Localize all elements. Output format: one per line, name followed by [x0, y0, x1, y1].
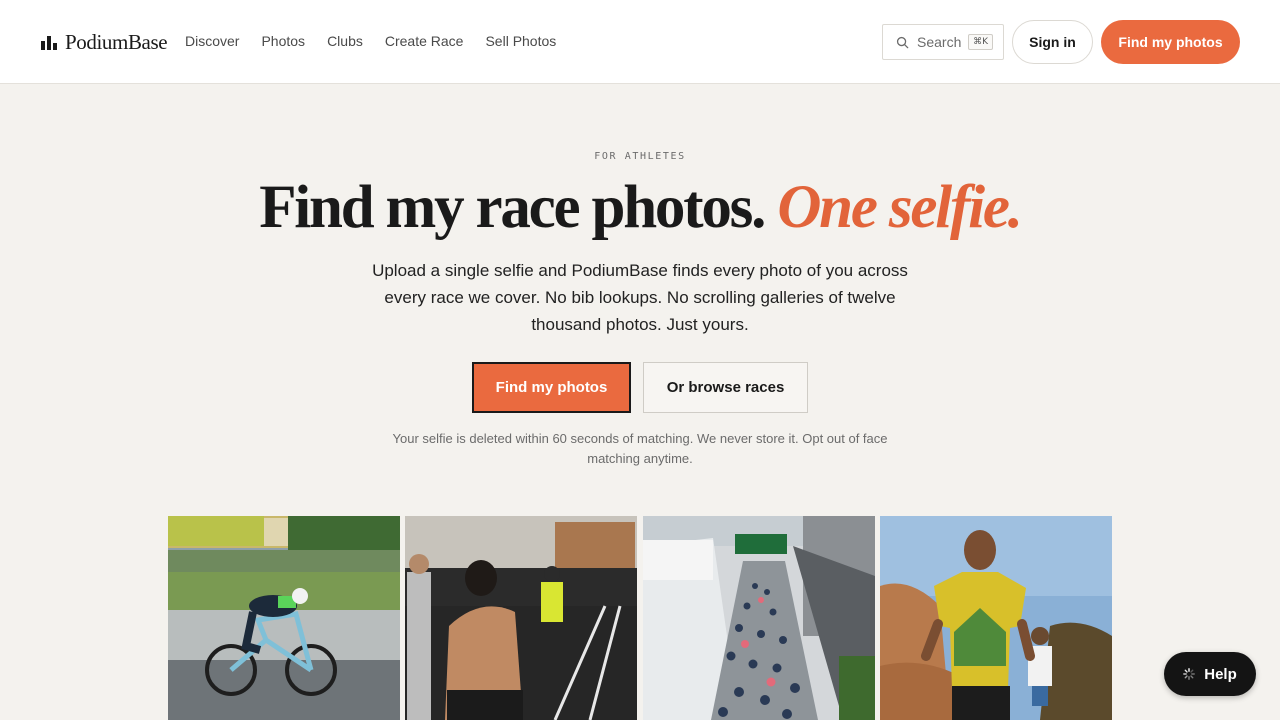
podium-icon — [41, 35, 57, 50]
search-label: Search — [917, 34, 962, 50]
browse-races-button[interactable]: Or browse races — [643, 362, 808, 413]
race-photo-cyclist[interactable] — [168, 516, 400, 720]
cyclist-photo — [168, 516, 400, 720]
headline-accent: One selfie. — [777, 174, 1023, 241]
search-button[interactable]: Search ⌘K — [882, 24, 1004, 60]
search-icon — [896, 36, 909, 48]
find-photos-button[interactable]: Find my photos — [472, 362, 631, 413]
hero-headline: Find my race photos. One selfie. — [0, 170, 1280, 246]
marathon-crowd-photo — [643, 516, 875, 720]
hero-description: Upload a single selfie and PodiumBase fi… — [372, 261, 908, 334]
trail-runner-photo — [880, 516, 1112, 720]
nav-create-race[interactable]: Create Race — [385, 33, 464, 49]
logo-text: PodiumBase — [65, 30, 168, 54]
nav-sell-photos[interactable]: Sell Photos — [485, 33, 556, 49]
logo[interactable]: PodiumBase — [41, 30, 168, 55]
eyebrow-label: FOR ATHLETES — [594, 151, 686, 162]
sign-in-button[interactable]: Sign in — [1012, 20, 1093, 64]
race-photo-marathon[interactable] — [643, 516, 875, 720]
race-photo-trail-runner[interactable] — [880, 516, 1112, 720]
nav-photos[interactable]: Photos — [261, 33, 305, 49]
help-label: Help — [1204, 665, 1237, 683]
race-photo-gym-athlete[interactable] — [405, 516, 637, 720]
nav-clubs[interactable]: Clubs — [327, 33, 363, 49]
gym-athlete-photo — [405, 516, 637, 720]
headline-main: Find my race photos. — [259, 174, 766, 241]
site-header: PodiumBase Discover Photos Clubs Create … — [0, 0, 1280, 84]
nav-discover[interactable]: Discover — [185, 33, 239, 49]
privacy-note: Your selfie is deleted within 60 seconds… — [392, 431, 888, 466]
main-nav: Discover Photos Clubs Create Race Sell P… — [185, 33, 556, 49]
keyboard-shortcut: ⌘K — [968, 34, 993, 50]
find-photos-header-button[interactable]: Find my photos — [1101, 20, 1240, 64]
spinner-icon — [1183, 668, 1196, 680]
help-button[interactable]: Help — [1164, 652, 1256, 696]
